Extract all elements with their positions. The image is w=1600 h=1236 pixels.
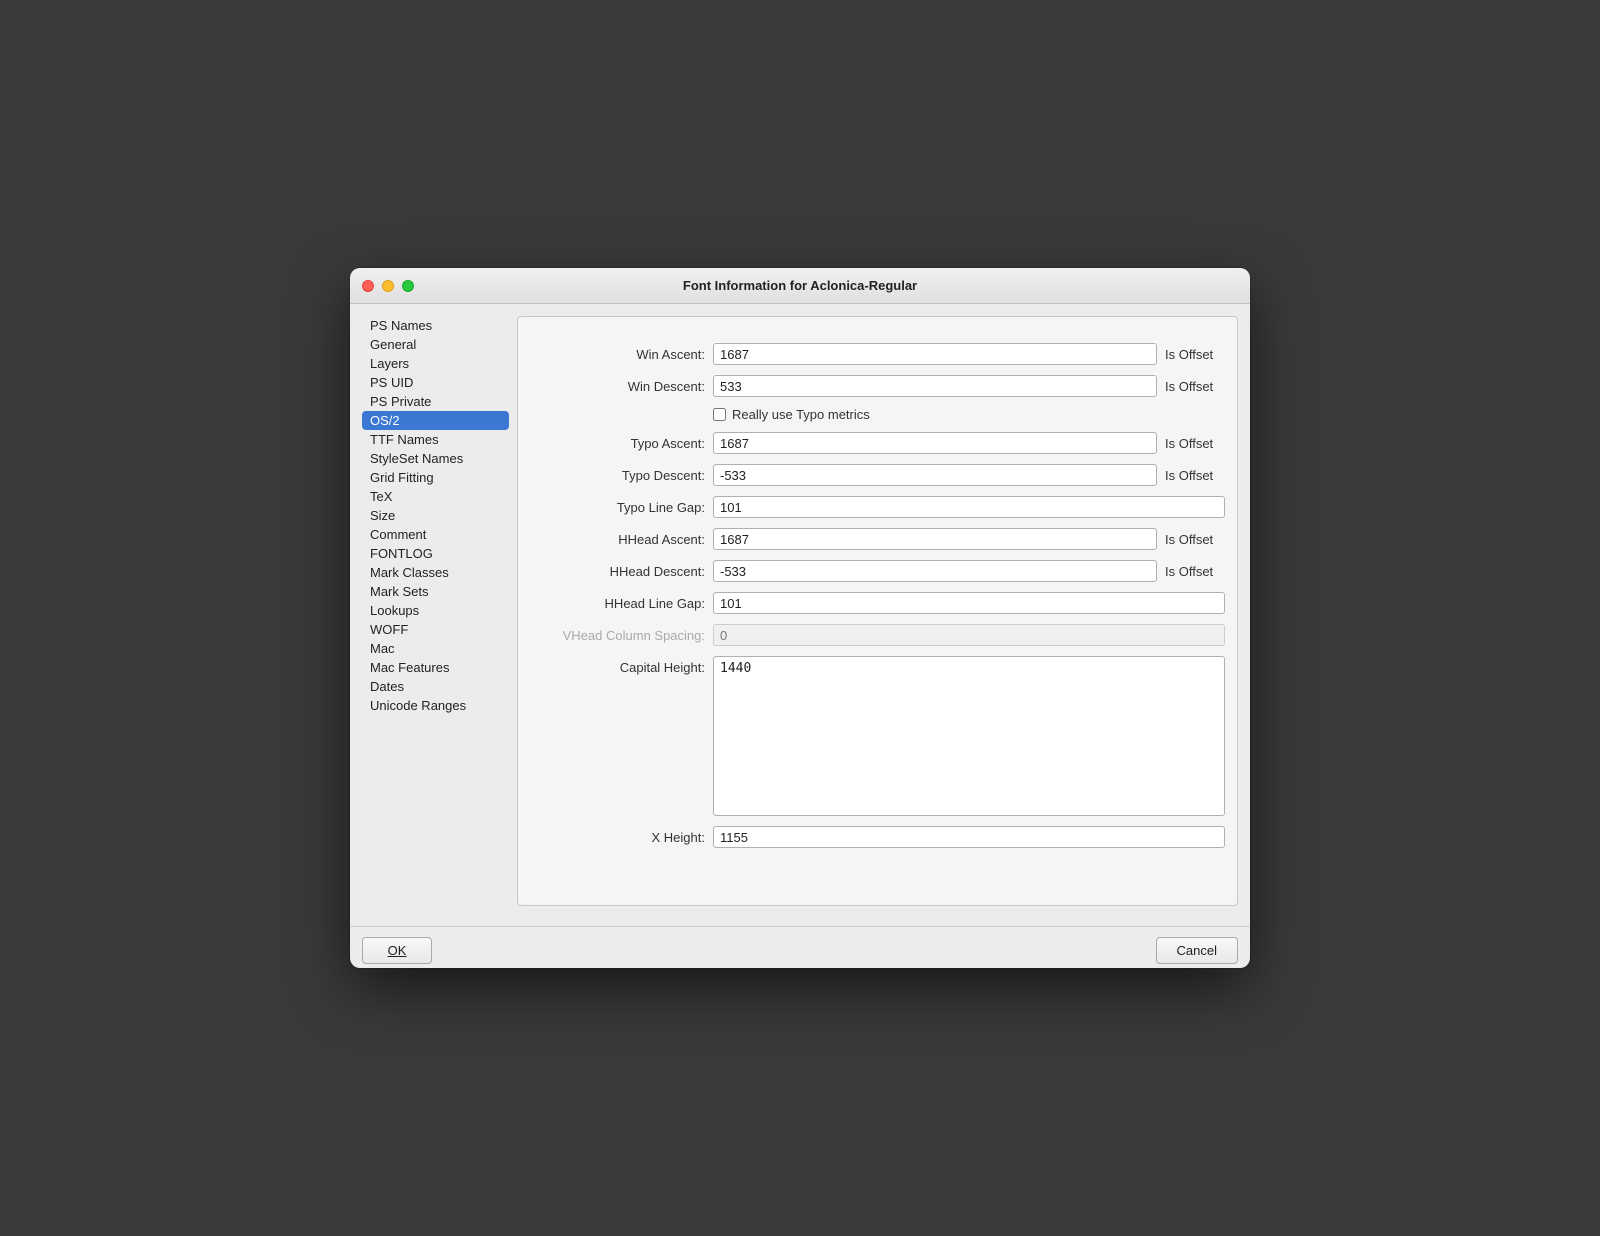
sidebar-item-grid-fitting[interactable]: Grid Fitting xyxy=(362,468,509,487)
typo-descent-input[interactable] xyxy=(713,464,1157,486)
win-ascent-input[interactable] xyxy=(713,343,1157,365)
sidebar-item-dates[interactable]: Dates xyxy=(362,677,509,696)
win-descent-label: Win Descent: xyxy=(530,379,705,394)
capital-height-row: Capital Height: 1440 xyxy=(530,656,1225,816)
sidebar-item-ps-names[interactable]: PS Names xyxy=(362,316,509,335)
typo-line-gap-input[interactable] xyxy=(713,496,1225,518)
titlebar: Font Information for Aclonica-Regular xyxy=(350,268,1250,304)
win-ascent-row: Win Ascent: Is Offset xyxy=(530,343,1225,365)
sidebar-item-os2[interactable]: OS/2 xyxy=(362,411,509,430)
typo-ascent-input[interactable] xyxy=(713,432,1157,454)
main-panel: Win Ascent: Is Offset Win Descent: Is Of… xyxy=(517,316,1238,906)
button-bar: OK Cancel xyxy=(350,926,1250,968)
traffic-lights xyxy=(362,280,414,292)
hhead-ascent-input[interactable] xyxy=(713,528,1157,550)
sidebar-item-fontlog[interactable]: FONTLOG xyxy=(362,544,509,563)
sidebar-item-lookups[interactable]: Lookups xyxy=(362,601,509,620)
x-height-row: X Height: xyxy=(530,826,1225,848)
hhead-ascent-label: HHead Ascent: xyxy=(530,532,705,547)
hhead-descent-label: HHead Descent: xyxy=(530,564,705,579)
hhead-descent-offset: Is Offset xyxy=(1165,564,1225,579)
capital-height-input[interactable]: 1440 xyxy=(713,656,1225,816)
typo-ascent-offset: Is Offset xyxy=(1165,436,1225,451)
sidebar-item-comment[interactable]: Comment xyxy=(362,525,509,544)
ok-button[interactable]: OK xyxy=(362,937,432,964)
capital-height-label: Capital Height: xyxy=(530,656,705,675)
typo-descent-offset: Is Offset xyxy=(1165,468,1225,483)
sidebar-item-tex[interactable]: TeX xyxy=(362,487,509,506)
typo-descent-row: Typo Descent: Is Offset xyxy=(530,464,1225,486)
hhead-ascent-offset: Is Offset xyxy=(1165,532,1225,547)
win-ascent-offset: Is Offset xyxy=(1165,347,1225,362)
hhead-ascent-row: HHead Ascent: Is Offset xyxy=(530,528,1225,550)
sidebar-item-mac[interactable]: Mac xyxy=(362,639,509,658)
win-descent-input[interactable] xyxy=(713,375,1157,397)
x-height-input[interactable] xyxy=(713,826,1225,848)
typo-line-gap-row: Typo Line Gap: xyxy=(530,496,1225,518)
sidebar-item-ttf-names[interactable]: TTF Names xyxy=(362,430,509,449)
sidebar-item-ps-private[interactable]: PS Private xyxy=(362,392,509,411)
typo-descent-label: Typo Descent: xyxy=(530,468,705,483)
hhead-descent-row: HHead Descent: Is Offset xyxy=(530,560,1225,582)
sidebar-item-mark-sets[interactable]: Mark Sets xyxy=(362,582,509,601)
hhead-descent-input[interactable] xyxy=(713,560,1157,582)
win-descent-offset: Is Offset xyxy=(1165,379,1225,394)
window-title: Font Information for Aclonica-Regular xyxy=(683,278,917,293)
win-descent-row: Win Descent: Is Offset xyxy=(530,375,1225,397)
vhead-column-spacing-label: VHead Column Spacing: xyxy=(530,628,705,643)
cancel-button[interactable]: Cancel xyxy=(1156,937,1238,964)
hhead-line-gap-input[interactable] xyxy=(713,592,1225,614)
typo-ascent-row: Typo Ascent: Is Offset xyxy=(530,432,1225,454)
sidebar: PS NamesGeneralLayersPS UIDPS PrivateOS/… xyxy=(362,316,517,906)
form-area: Win Ascent: Is Offset Win Descent: Is Of… xyxy=(530,343,1225,893)
really-use-typo-row: Really use Typo metrics xyxy=(530,407,1225,422)
hhead-line-gap-label: HHead Line Gap: xyxy=(530,596,705,611)
content-area: PS NamesGeneralLayersPS UIDPS PrivateOS/… xyxy=(350,304,1250,918)
sidebar-item-mark-classes[interactable]: Mark Classes xyxy=(362,563,509,582)
sidebar-item-woff[interactable]: WOFF xyxy=(362,620,509,639)
maximize-button[interactable] xyxy=(402,280,414,292)
sidebar-item-size[interactable]: Size xyxy=(362,506,509,525)
sidebar-item-ps-uid[interactable]: PS UID xyxy=(362,373,509,392)
really-use-typo-checkbox[interactable] xyxy=(713,408,726,421)
typo-line-gap-label: Typo Line Gap: xyxy=(530,500,705,515)
x-height-label: X Height: xyxy=(530,830,705,845)
vhead-column-spacing-row: VHead Column Spacing: xyxy=(530,624,1225,646)
sidebar-item-mac-features[interactable]: Mac Features xyxy=(362,658,509,677)
close-button[interactable] xyxy=(362,280,374,292)
typo-ascent-label: Typo Ascent: xyxy=(530,436,705,451)
win-ascent-label: Win Ascent: xyxy=(530,347,705,362)
vhead-column-spacing-input xyxy=(713,624,1225,646)
sidebar-item-layers[interactable]: Layers xyxy=(362,354,509,373)
main-window: Font Information for Aclonica-Regular PS… xyxy=(350,268,1250,968)
minimize-button[interactable] xyxy=(382,280,394,292)
really-use-typo-label: Really use Typo metrics xyxy=(732,407,870,422)
hhead-line-gap-row: HHead Line Gap: xyxy=(530,592,1225,614)
sidebar-item-styleset-names[interactable]: StyleSet Names xyxy=(362,449,509,468)
sidebar-item-unicode-ranges[interactable]: Unicode Ranges xyxy=(362,696,509,715)
sidebar-item-general[interactable]: General xyxy=(362,335,509,354)
